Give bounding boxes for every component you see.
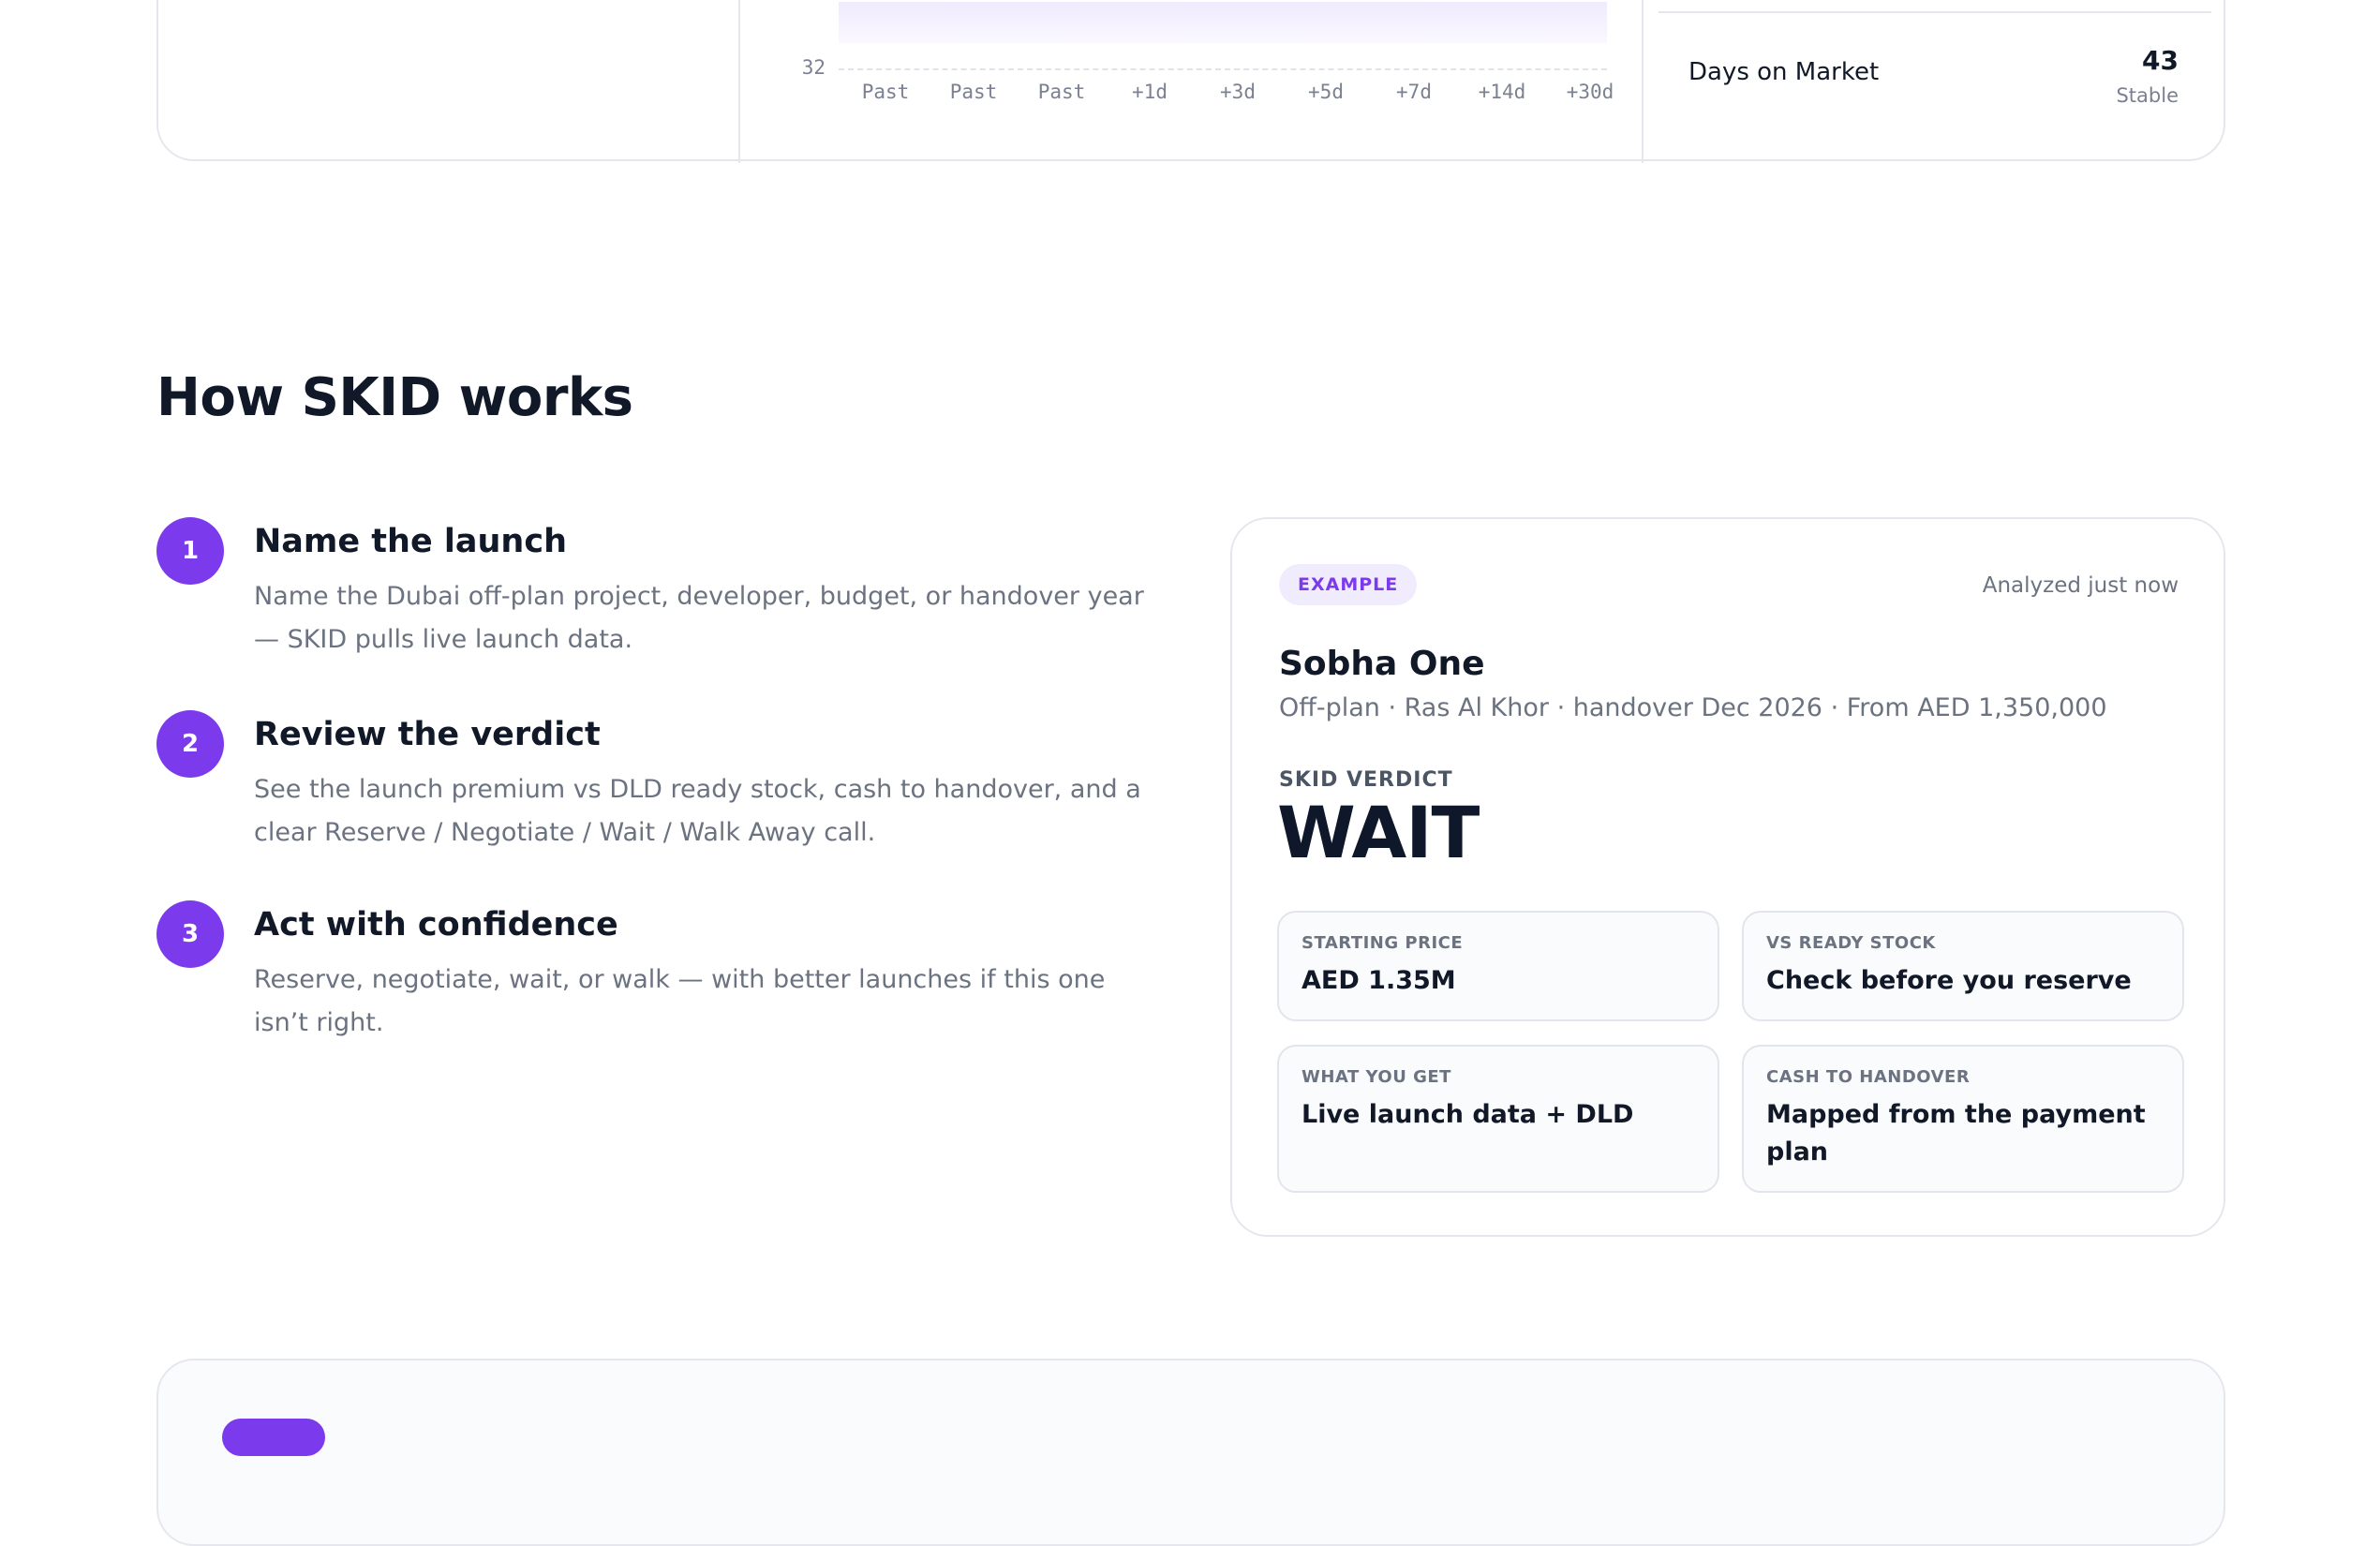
tile-value: Mapped from the payment plan xyxy=(1766,1100,2146,1167)
metric-tile: CASH TO HANDOVER Mapped from the payment… xyxy=(1742,1045,2184,1193)
project-name: Sobha One xyxy=(1279,645,1485,683)
x-tick-label: +7d xyxy=(1396,81,1432,103)
tile-value: AED 1.35M xyxy=(1302,966,1456,995)
step-number-badge: 2 xyxy=(156,710,224,778)
tile-label: CASH TO HANDOVER xyxy=(1766,1067,1971,1087)
metric-tile: VS READY STOCK Check before you reserve xyxy=(1742,911,2184,1021)
metric-tile: WHAT YOU GET Live launch data + DLD xyxy=(1277,1045,1719,1193)
step-title: Name the launch xyxy=(254,523,567,560)
x-tick-label: +30d xyxy=(1566,81,1614,103)
stat-divider xyxy=(1659,11,2211,13)
days-on-market-trend: Stable xyxy=(2116,84,2179,107)
section-title: How SKID works xyxy=(156,367,633,428)
tile-label: WHAT YOU GET xyxy=(1302,1067,1451,1087)
step-title: Act with confidence xyxy=(254,906,618,944)
step-description: Name the Dubai off-plan project, develop… xyxy=(254,582,1144,654)
x-tick-label: +5d xyxy=(1308,81,1344,103)
example-badge: EXAMPLE xyxy=(1279,564,1418,605)
chart-area-fill xyxy=(839,2,1607,43)
tile-value: Check before you reserve xyxy=(1766,966,2132,995)
verdict-label: SKID VERDICT xyxy=(1279,768,1453,792)
x-tick-label: Past xyxy=(1037,81,1086,103)
section-pill xyxy=(222,1419,325,1456)
step-title: Review the verdict xyxy=(254,716,601,753)
chart-baseline xyxy=(839,68,1607,70)
next-section-card xyxy=(156,1359,2225,1546)
x-tick-label: +3d xyxy=(1220,81,1256,103)
step-description: Reserve, negotiate, wait, or walk — with… xyxy=(254,965,1106,1037)
x-tick-label: +14d xyxy=(1478,81,1526,103)
tile-label: STARTING PRICE xyxy=(1302,933,1464,953)
example-verdict-card: EXAMPLE Analyzed just now Sobha One Off-… xyxy=(1230,517,2225,1237)
step-description: See the launch premium vs DLD ready stoc… xyxy=(254,775,1141,847)
project-meta: Off-plan · Ras Al Khor · handover Dec 20… xyxy=(1279,693,2107,722)
tile-value: Live launch data + DLD xyxy=(1302,1100,1634,1129)
analyzed-timestamp: Analyzed just now xyxy=(1982,573,2179,598)
x-tick-label: +1d xyxy=(1132,81,1168,103)
price-forecast-chart: 32 Past Past Past +1d +3d +5d +7d +14d +30d xyxy=(158,0,2227,163)
days-on-market-label: Days on Market xyxy=(1688,58,1880,86)
step-number-badge: 1 xyxy=(156,517,224,585)
x-tick-label: Past xyxy=(949,81,998,103)
metric-tile: STARTING PRICE AED 1.35M xyxy=(1277,911,1719,1021)
y-tick-label: 32 xyxy=(801,56,826,79)
tile-label: VS READY STOCK xyxy=(1766,933,1936,953)
step-number-badge: 3 xyxy=(156,900,224,968)
x-tick-label: Past xyxy=(861,81,910,103)
verdict-value: WAIT xyxy=(1277,791,1480,874)
market-overview-card: 32 Past Past Past +1d +3d +5d +7d +14d +30d Days… xyxy=(156,0,2227,163)
days-on-market-value: 43 xyxy=(2142,45,2179,76)
